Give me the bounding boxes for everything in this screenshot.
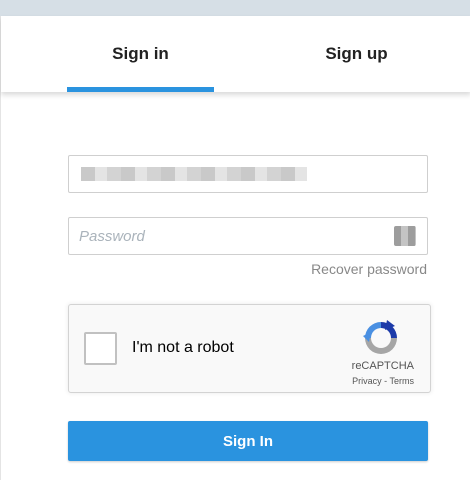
email-field[interactable] [68, 155, 428, 193]
tab-signin[interactable]: Sign in [67, 16, 214, 92]
recover-password-link[interactable]: Recover password [311, 261, 427, 277]
password-field[interactable] [68, 217, 428, 255]
tab-signup[interactable]: Sign up [283, 16, 430, 92]
tab-header: Sign in Sign up [1, 16, 470, 92]
tab-signup-label: Sign up [325, 44, 388, 63]
recaptcha-checkbox[interactable] [84, 332, 117, 365]
recaptcha-links: Privacy - Terms [352, 376, 414, 386]
password-manager-icon[interactable] [394, 226, 416, 246]
sign-in-button[interactable]: Sign In [68, 421, 428, 461]
top-strip [0, 0, 470, 16]
tab-signin-label: Sign in [112, 44, 169, 63]
recaptcha-label: I'm not a robot [132, 339, 234, 356]
recaptcha-brand: reCAPTCHA [351, 360, 414, 372]
recaptcha-privacy-link[interactable]: Privacy [352, 376, 382, 386]
recaptcha-logo-icon [363, 320, 397, 354]
active-tab-indicator [67, 87, 214, 92]
recaptcha-links-separator: - [381, 376, 390, 386]
recaptcha-terms-link[interactable]: Terms [390, 376, 415, 386]
recaptcha-widget: I'm not a robot reCAPTCHA Privacy - Term… [68, 304, 431, 393]
auth-panel: Sign in Sign up Recover password I'm not… [0, 16, 470, 480]
